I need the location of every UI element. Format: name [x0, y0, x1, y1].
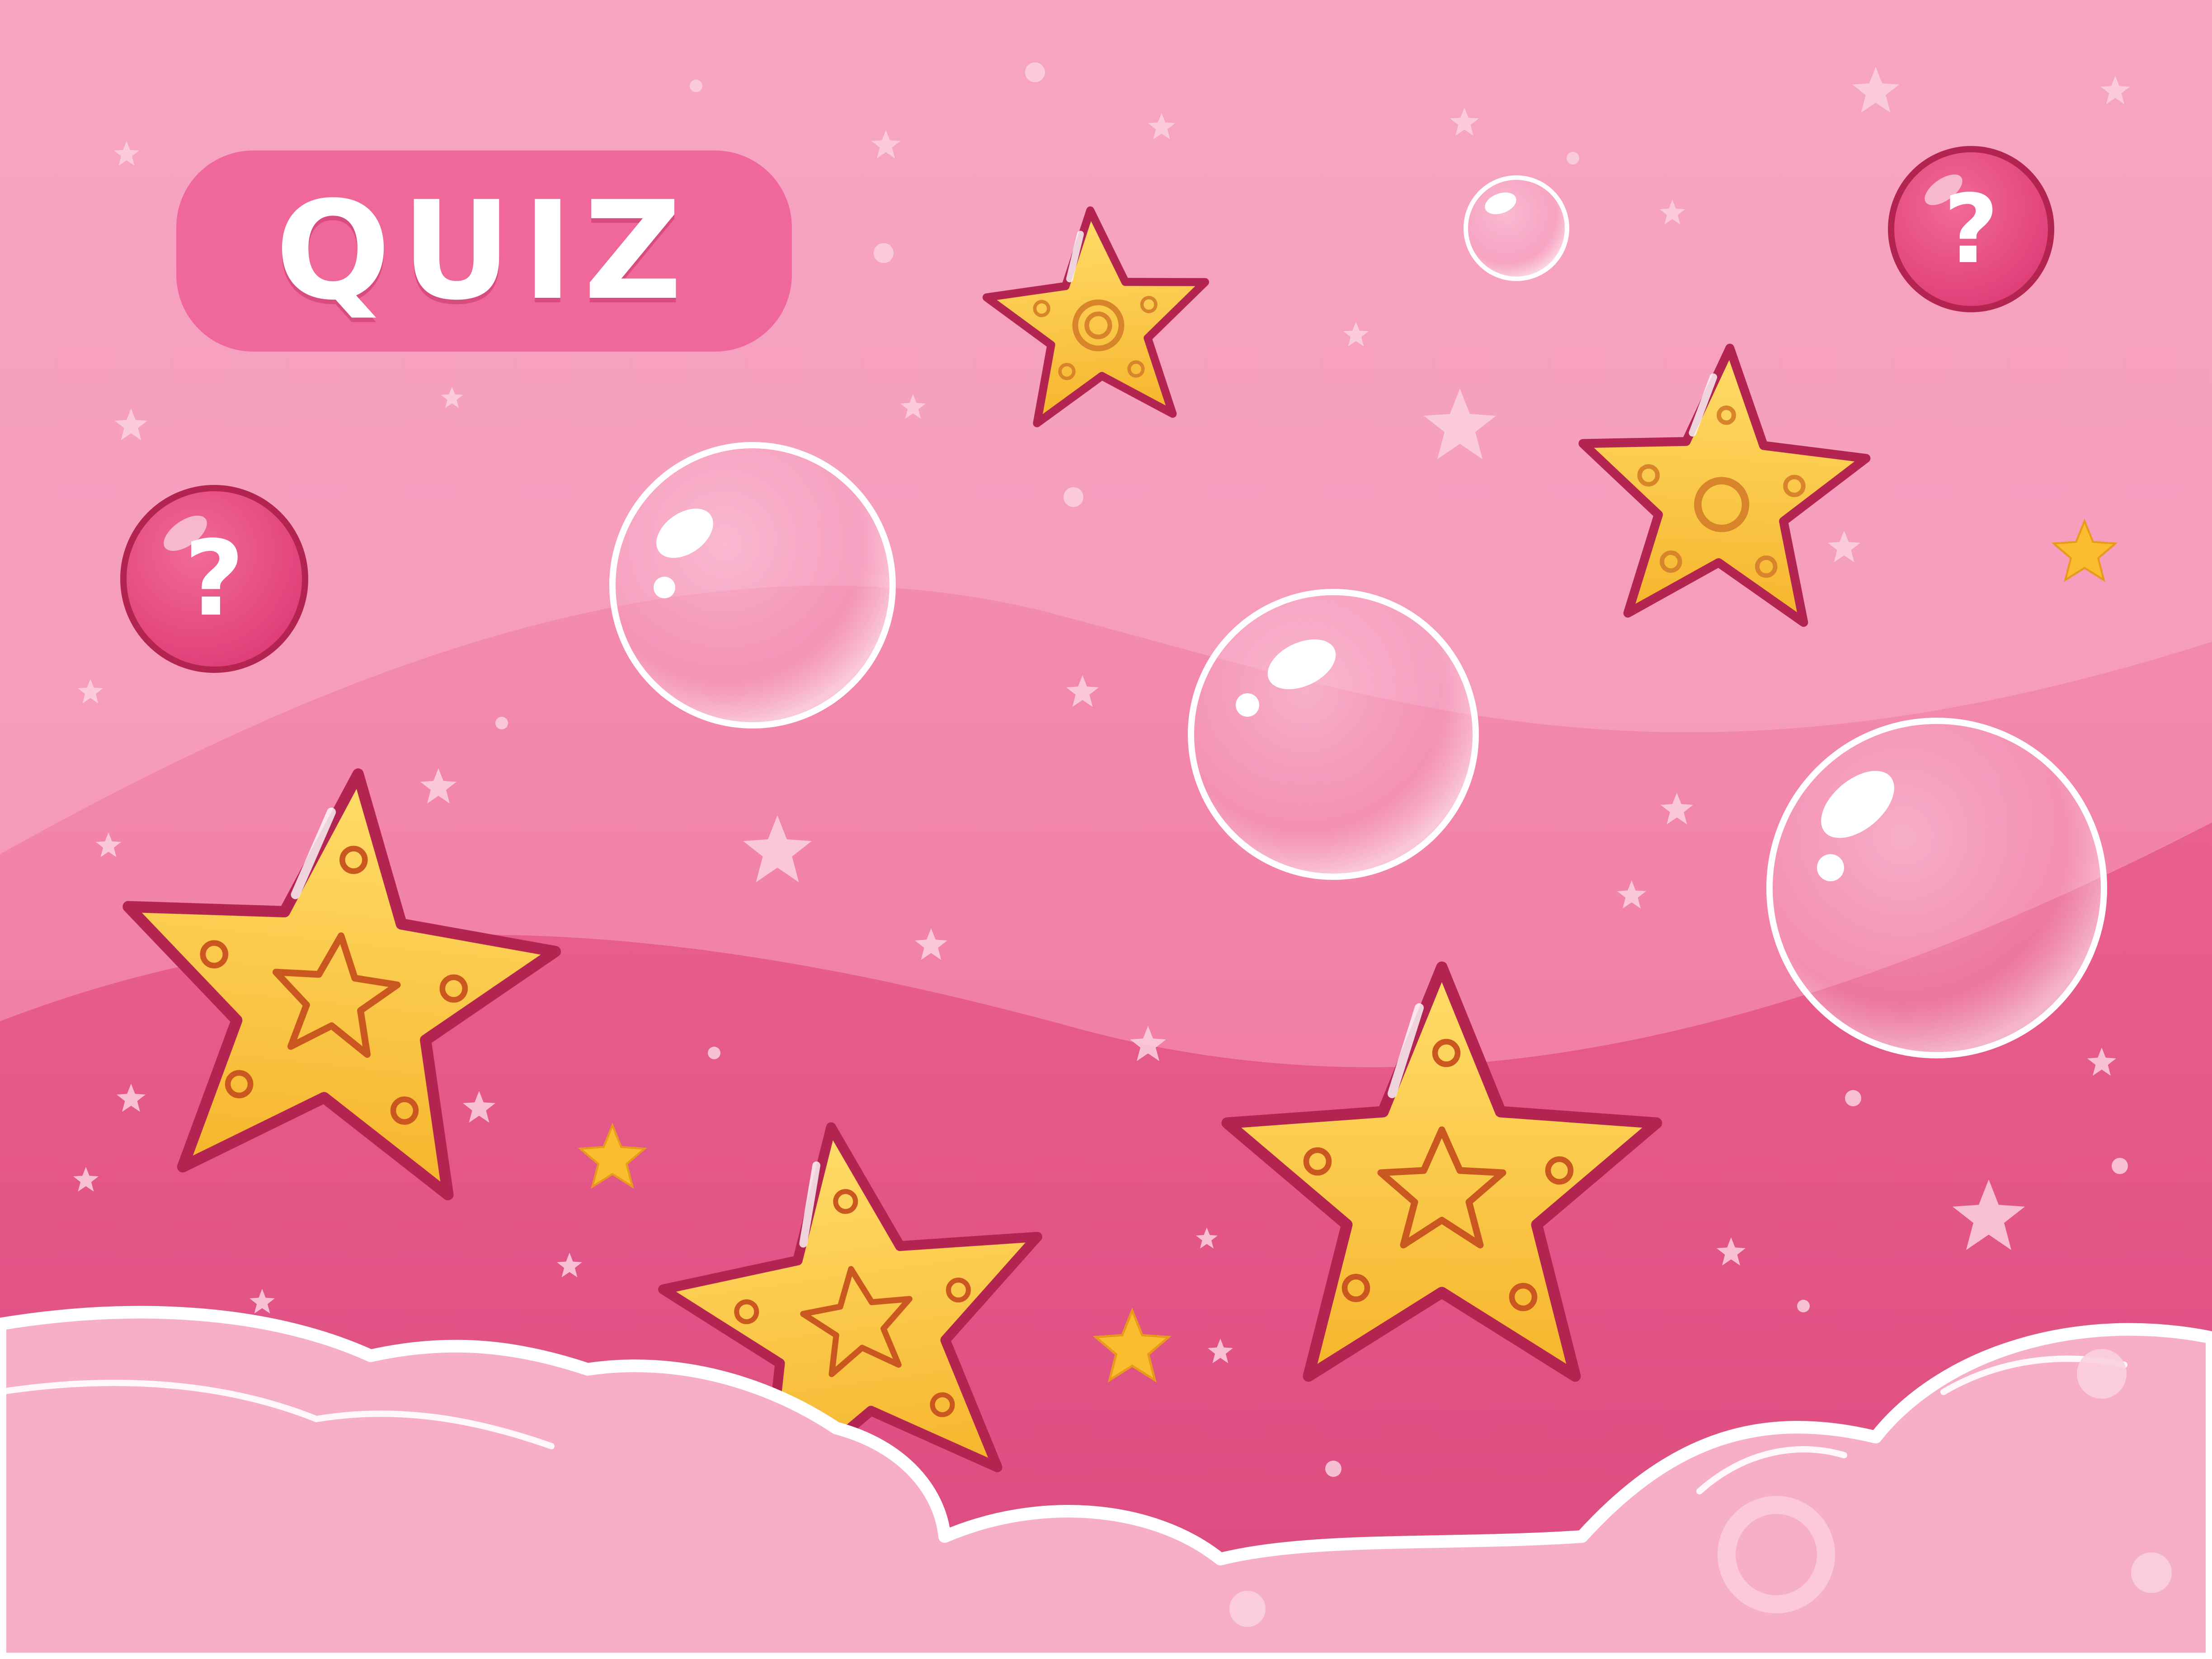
bubble-icon [1464, 175, 1569, 281]
bubble-icon [609, 442, 896, 728]
bubble-icon [1766, 718, 2107, 1058]
bubble-icon [1188, 589, 1479, 880]
question-mark-bubble-left[interactable]: ? [121, 488, 307, 670]
question-mark-icon: ? [184, 518, 245, 639]
quiz-title: QUIZ [275, 172, 693, 330]
quiz-title-badge: QUIZ [176, 150, 792, 352]
question-mark-icon: ? [1944, 174, 1999, 285]
question-mark-bubble-right[interactable]: ? [1887, 149, 2056, 309]
